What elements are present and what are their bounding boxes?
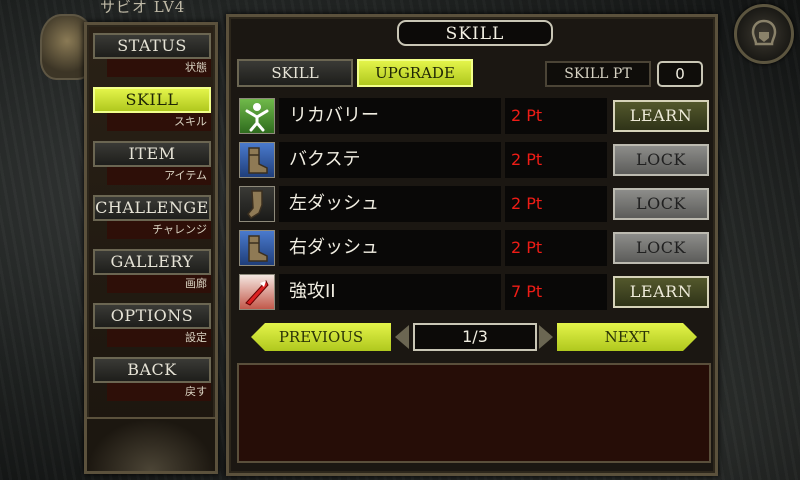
boot-icon — [239, 142, 275, 178]
nav-item[interactable]: ITEM アイテム — [93, 141, 211, 185]
tab-skill[interactable]: SKILL — [237, 59, 353, 87]
helmet-menu-icon[interactable] — [734, 4, 794, 64]
boot-right-icon — [239, 230, 275, 266]
nav-gallery-sublabel: 画廊 — [107, 275, 211, 293]
lock-button[interactable]: LOCK — [613, 188, 709, 220]
nav-challenge-button[interactable]: CHALLENGE — [93, 195, 211, 221]
skill-row: 左ダッシュ 2 Pt LOCK — [237, 183, 711, 225]
nav-status[interactable]: STATUS 状態 — [93, 33, 211, 77]
boot-left-icon — [239, 186, 275, 222]
pager-ornament-right — [539, 325, 553, 349]
pager-ornament-left — [395, 325, 409, 349]
skill-name: リカバリー — [279, 98, 501, 134]
attack-icon — [239, 274, 275, 310]
nav-item-sublabel: アイテム — [107, 167, 211, 185]
nav-back[interactable]: BACK 戻す — [93, 357, 211, 401]
skill-points: SKILL PT 0 — [545, 59, 709, 89]
previous-button[interactable]: PREVIOUS — [251, 323, 391, 351]
recovery-icon — [239, 98, 275, 134]
skill-cost: 7 Pt — [505, 274, 607, 310]
skill-description-box — [237, 363, 711, 463]
skill-name: バクステ — [279, 142, 501, 178]
lock-button[interactable]: LOCK — [613, 144, 709, 176]
nav-skill-sublabel: スキル — [107, 113, 211, 131]
page-indicator: 1/3 — [413, 323, 537, 351]
skill-cost: 2 Pt — [505, 230, 607, 266]
skill-cost: 2 Pt — [505, 98, 607, 134]
pager: PREVIOUS 1/3 NEXT — [237, 321, 711, 355]
nav-back-button[interactable]: BACK — [93, 357, 211, 383]
side-menu: STATUS 状態 SKILL スキル ITEM アイテム CHALLENGE … — [84, 22, 218, 474]
skill-name: 強攻II — [279, 274, 501, 310]
nav-options[interactable]: OPTIONS 設定 — [93, 303, 211, 347]
skill-row: 右ダッシュ 2 Pt LOCK — [237, 227, 711, 269]
skill-row: 強攻II 7 Pt LEARN — [237, 271, 711, 313]
skill-pt-label: SKILL PT — [545, 61, 651, 87]
nav-skill-button[interactable]: SKILL — [93, 87, 211, 113]
skill-panel: SKILL SKILL UPGRADE SKILL PT 0 リカバリー 2 P… — [226, 14, 718, 476]
skill-pt-value: 0 — [657, 61, 703, 87]
next-button[interactable]: NEXT — [557, 323, 697, 351]
skill-cost: 2 Pt — [505, 186, 607, 222]
skill-cost: 2 Pt — [505, 142, 607, 178]
nav-item-button[interactable]: ITEM — [93, 141, 211, 167]
learn-button[interactable]: LEARN — [613, 100, 709, 132]
skill-name: 右ダッシュ — [279, 230, 501, 266]
tab-upgrade[interactable]: UPGRADE — [357, 59, 473, 87]
nav-options-button[interactable]: OPTIONS — [93, 303, 211, 329]
learn-button[interactable]: LEARN — [613, 276, 709, 308]
hero-name: サビオ LV4 — [100, 0, 186, 16]
panel-ornament — [87, 417, 215, 471]
nav-challenge-sublabel: チャレンジ — [107, 221, 211, 239]
nav-status-button[interactable]: STATUS — [93, 33, 211, 59]
nav-back-sublabel: 戻す — [107, 383, 211, 401]
nav-gallery-button[interactable]: GALLERY — [93, 249, 211, 275]
nav-options-sublabel: 設定 — [107, 329, 211, 347]
skill-row: リカバリー 2 Pt LEARN — [237, 95, 711, 137]
panel-title: SKILL — [397, 20, 553, 46]
lock-button[interactable]: LOCK — [613, 232, 709, 264]
nav-gallery[interactable]: GALLERY 画廊 — [93, 249, 211, 293]
nav-challenge[interactable]: CHALLENGE チャレンジ — [93, 195, 211, 239]
nav-skill[interactable]: SKILL スキル — [93, 87, 211, 131]
skill-row: バクステ 2 Pt LOCK — [237, 139, 711, 181]
skill-name: 左ダッシュ — [279, 186, 501, 222]
skill-list: リカバリー 2 Pt LEARN バクステ 2 Pt LOCK 左ダッシュ 2 … — [237, 95, 711, 315]
nav-status-sublabel: 状態 — [107, 59, 211, 77]
